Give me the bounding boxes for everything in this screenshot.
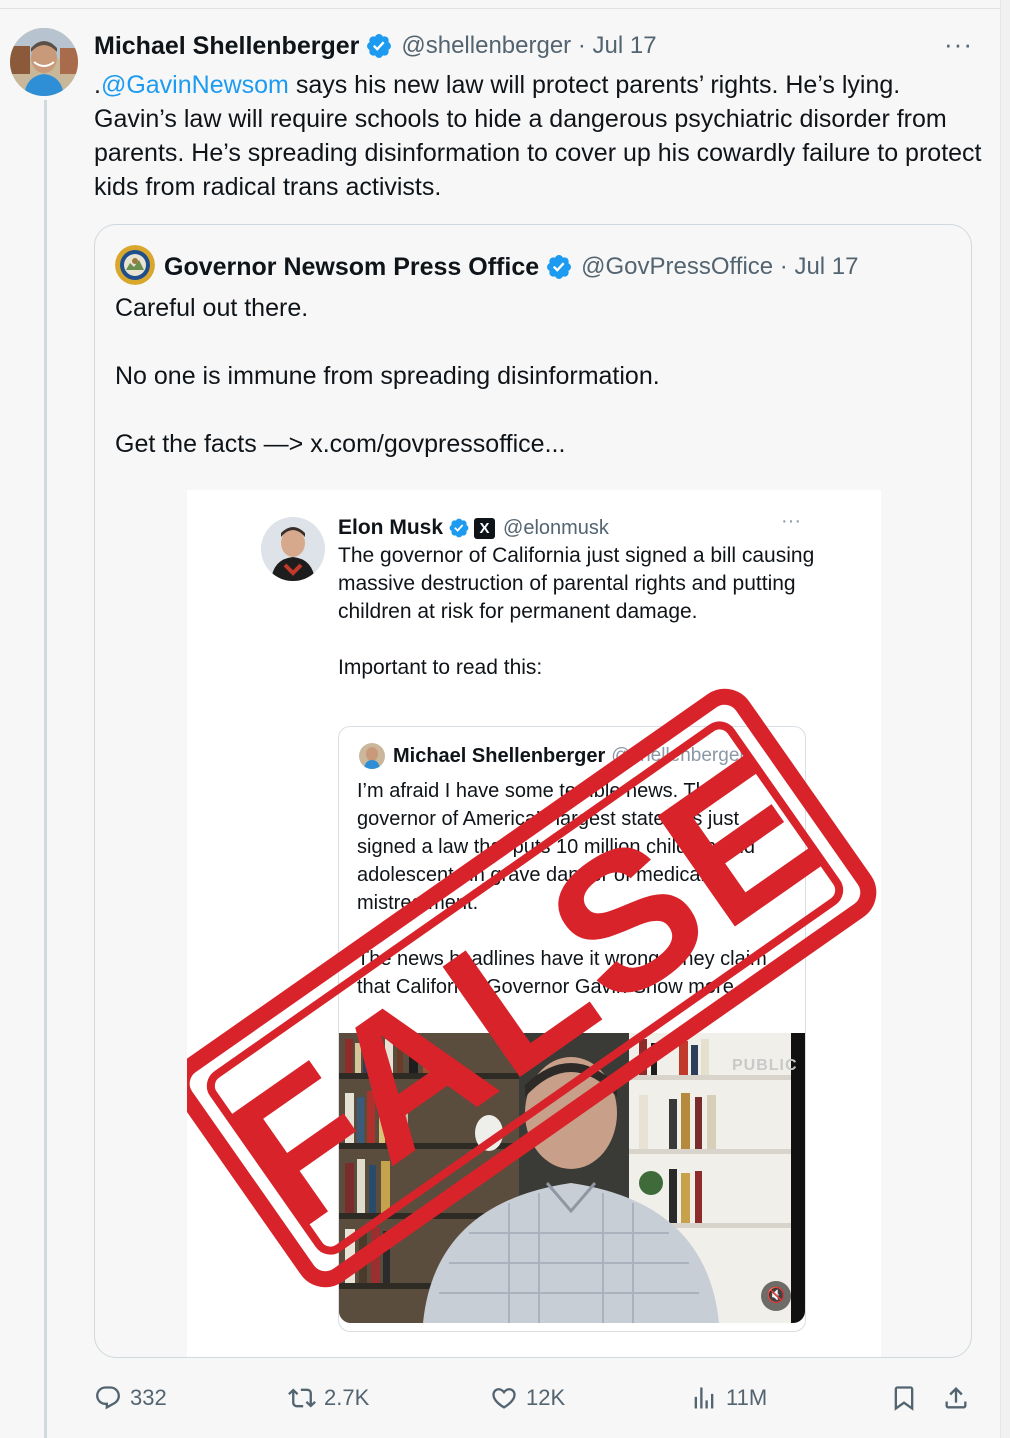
reply-count: 332: [130, 1385, 167, 1410]
quoted-tweet[interactable]: Governor Newsom Press Office @GovPressOf…: [94, 224, 972, 1358]
top-divider: [0, 8, 1000, 9]
quoted-handle-date[interactable]: @GovPressOffice · Jul 17: [581, 253, 858, 281]
views-icon: [694, 1387, 714, 1409]
quoted-author-avatar[interactable]: [115, 244, 155, 290]
inner-author-handle: @shellenberger: [611, 745, 746, 766]
inner-text-line: The news headlines have it wrong. They c…: [357, 948, 767, 998]
quoted-author-name[interactable]: Governor Newsom Press Office: [164, 253, 539, 282]
author-name[interactable]: Michael Shellenberger: [94, 32, 359, 61]
mention-link[interactable]: @GavinNewsom: [101, 71, 289, 99]
action-bar: 332 2.7K 12K 11M: [94, 1378, 974, 1418]
verified-badge-icon: [448, 517, 470, 539]
views-count: 11M: [726, 1385, 768, 1410]
inner-quote-text: I’m afraid I have some terrible news. Th…: [357, 777, 797, 1001]
quoted-media-image[interactable]: Elon Musk X @elonmusk ··· The governor o…: [187, 490, 881, 1357]
verified-badge-icon: [365, 32, 393, 60]
mute-icon: 🔇: [761, 1281, 791, 1311]
quoted-line: Get the facts —> x.com/govpressoffice...: [115, 430, 566, 458]
quoted-line: Careful out there.: [115, 294, 309, 322]
views-button[interactable]: 11M: [690, 1378, 767, 1418]
thread-line: [44, 100, 47, 1438]
media-more-icon: ···: [781, 510, 801, 532]
media-tweet-header: Elon Musk X @elonmusk: [338, 514, 609, 542]
share-icon: [945, 1387, 967, 1409]
media-tweet-text: The governor of California just signed a…: [338, 542, 818, 682]
bookmark-button[interactable]: [890, 1378, 918, 1418]
tweet-header: Michael Shellenberger @shellenberger · J…: [94, 30, 657, 62]
like-button[interactable]: 12K: [490, 1378, 565, 1418]
more-options-icon[interactable]: ···: [944, 30, 973, 58]
author-avatar[interactable]: [10, 28, 78, 96]
repost-icon: [288, 1388, 316, 1408]
media-author-name: Elon Musk: [338, 516, 444, 539]
quoted-tweet-header: Governor Newsom Press Office @GovPressOf…: [115, 244, 859, 290]
media-author-avatar: [261, 517, 325, 581]
inner-author-name: Michael Shellenberger: [393, 744, 606, 767]
quoted-tweet-text: Careful out there. No one is immune from…: [115, 291, 945, 461]
bookmark-icon: [894, 1386, 914, 1411]
heart-icon: [492, 1388, 516, 1409]
media-text-line: Important to read this:: [338, 656, 543, 679]
inner-author-avatar: [359, 743, 385, 769]
media-author-handle: @elonmusk: [503, 516, 609, 539]
verified-badge-icon: [545, 253, 573, 281]
media-inner-quote: Michael Shellenberger @shellenberger I’m…: [338, 726, 806, 1332]
tweet-text: .@GavinNewsom says his new law will prot…: [94, 68, 984, 204]
inner-text-line: I’m afraid I have some terrible news. Th…: [357, 780, 756, 914]
reply-button[interactable]: 332: [94, 1378, 167, 1418]
tweet-text-prefix: .: [94, 71, 101, 99]
repost-count: 2.7K: [324, 1385, 370, 1410]
x-affiliation-icon: X: [474, 517, 496, 539]
video-frame: [339, 1033, 805, 1323]
tweet-page: Michael Shellenberger @shellenberger · J…: [0, 0, 1001, 1438]
inner-quote-header: Michael Shellenberger @shellenberger: [359, 741, 746, 771]
video-watermark: PUBLIC: [732, 1057, 798, 1074]
inner-video-thumbnail: PUBLIC 🔇: [339, 1033, 805, 1323]
author-handle-date[interactable]: @shellenberger · Jul 17: [401, 32, 656, 60]
repost-button[interactable]: 2.7K: [288, 1378, 369, 1418]
quoted-line: No one is immune from spreading disinfor…: [115, 362, 660, 390]
reply-icon: [96, 1386, 120, 1410]
media-text-line: The governor of California just signed a…: [338, 544, 815, 623]
share-button[interactable]: [942, 1378, 970, 1418]
like-count: 12K: [526, 1385, 566, 1410]
